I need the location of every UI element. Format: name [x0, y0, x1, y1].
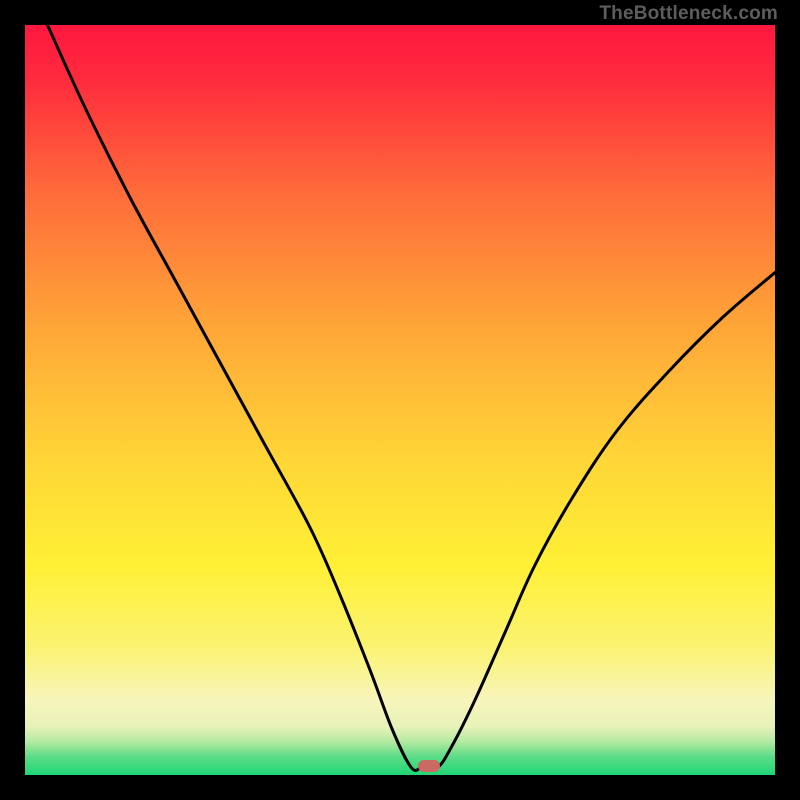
- watermark-text: TheBottleneck.com: [599, 3, 778, 25]
- plot-area: [25, 25, 775, 775]
- bottleneck-marker: [418, 760, 440, 772]
- bottleneck-chart: [25, 25, 775, 775]
- chart-frame: TheBottleneck.com: [0, 0, 800, 800]
